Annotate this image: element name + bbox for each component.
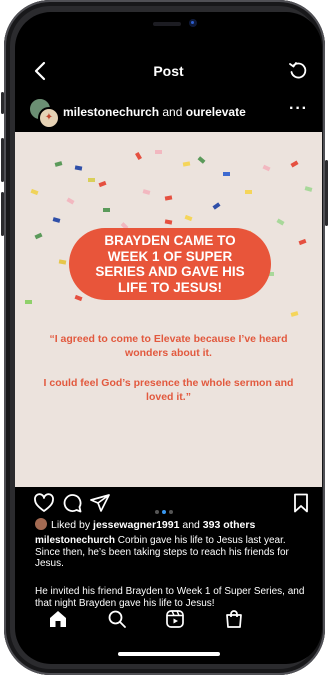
- account-primary-link[interactable]: milestonechurch: [63, 105, 159, 119]
- confetti-piece: [262, 164, 271, 172]
- carousel-dot: [155, 510, 159, 514]
- confetti-piece: [54, 161, 63, 167]
- post-accounts: milestonechurch and ourelevate: [63, 105, 246, 119]
- volume-down-button: [1, 192, 4, 236]
- power-button: [325, 160, 328, 226]
- confetti-piece: [88, 178, 95, 182]
- avatar[interactable]: ✦: [29, 98, 60, 129]
- carousel-dot: [169, 510, 173, 514]
- confetti-piece: [34, 232, 43, 240]
- likes-others[interactable]: 393 others: [203, 519, 256, 531]
- mute-switch: [1, 92, 4, 114]
- top-bar: Post: [15, 60, 322, 84]
- likes-prefix: Liked by: [51, 519, 94, 531]
- confetti-piece: [25, 300, 32, 304]
- account-conjunction: and: [159, 105, 186, 119]
- front-camera: [189, 19, 197, 27]
- confetti-piece: [290, 311, 299, 317]
- reels-icon[interactable]: [165, 609, 185, 629]
- post-image[interactable]: BRAYDEN CAME TO WEEK 1 OF SUPER SERIES A…: [15, 132, 322, 487]
- confetti-piece: [164, 195, 173, 201]
- confetti-piece: [212, 202, 221, 210]
- confetti-piece: [276, 218, 285, 226]
- page-title: Post: [153, 63, 184, 79]
- caption-paragraph-1: milestonechurch Corbin gave his life to …: [35, 535, 311, 570]
- confetti-piece: [135, 151, 142, 161]
- headline-text: BRAYDEN CAME TO WEEK 1 OF SUPER SERIES A…: [95, 233, 245, 295]
- confetti-piece: [245, 190, 252, 194]
- confetti-piece: [155, 150, 162, 154]
- comment-icon[interactable]: [61, 492, 83, 514]
- bookmark-icon[interactable]: [290, 492, 312, 514]
- refresh-icon[interactable]: [288, 61, 308, 81]
- confetti-piece: [66, 197, 75, 205]
- volume-up-button: [1, 138, 4, 182]
- account-secondary-link[interactable]: ourelevate: [186, 105, 246, 119]
- likes-line[interactable]: Liked by jessewagner1991 and 393 others: [35, 518, 255, 531]
- confetti-piece: [58, 259, 67, 265]
- confetti-piece: [52, 217, 61, 223]
- confetti-piece: [74, 294, 83, 302]
- confetti-piece: [74, 165, 83, 171]
- carousel-indicator: [155, 501, 176, 519]
- confetti-piece: [304, 186, 313, 192]
- notch: [103, 12, 233, 40]
- shop-icon[interactable]: [224, 609, 244, 629]
- confetti-piece: [197, 156, 206, 164]
- phone-frame: Post ✦ milestonechurch and ourelevate ··…: [1, 0, 328, 675]
- confetti-piece: [164, 219, 173, 225]
- phone-screen: Post ✦ milestonechurch and ourelevate ··…: [15, 12, 322, 664]
- confetti-piece: [184, 214, 193, 222]
- confetti-piece: [98, 180, 107, 188]
- confetti-piece: [142, 189, 151, 195]
- quote-line-1: “I agreed to come to Elevate because I’v…: [49, 333, 288, 359]
- confetti-piece: [182, 161, 191, 167]
- quote-line-2: I could feel God’s presence the whole se…: [43, 377, 294, 403]
- liker-avatar: [35, 518, 47, 530]
- heart-icon[interactable]: [33, 492, 55, 514]
- more-options-icon[interactable]: ···: [289, 100, 308, 118]
- home-icon[interactable]: [48, 609, 68, 629]
- confetti-piece: [290, 160, 299, 168]
- confetti-piece: [298, 238, 307, 246]
- likes-middle: and: [179, 519, 203, 531]
- caption-author[interactable]: milestonechurch: [35, 535, 115, 546]
- action-row: [15, 492, 322, 518]
- headline-pill: BRAYDEN CAME TO WEEK 1 OF SUPER SERIES A…: [69, 228, 271, 300]
- avatar-front: ✦: [38, 107, 60, 129]
- home-indicator[interactable]: [118, 652, 220, 656]
- bottom-tab-bar: [15, 606, 322, 636]
- search-icon[interactable]: [107, 609, 127, 629]
- confetti-piece: [223, 172, 230, 176]
- speaker: [153, 22, 181, 26]
- share-icon[interactable]: [89, 492, 111, 514]
- confetti-piece: [103, 208, 110, 212]
- confetti-piece: [30, 188, 39, 196]
- post-header: ✦ milestonechurch and ourelevate ···: [15, 96, 322, 132]
- likes-user[interactable]: jessewagner1991: [93, 519, 179, 531]
- carousel-dot-active: [162, 510, 166, 514]
